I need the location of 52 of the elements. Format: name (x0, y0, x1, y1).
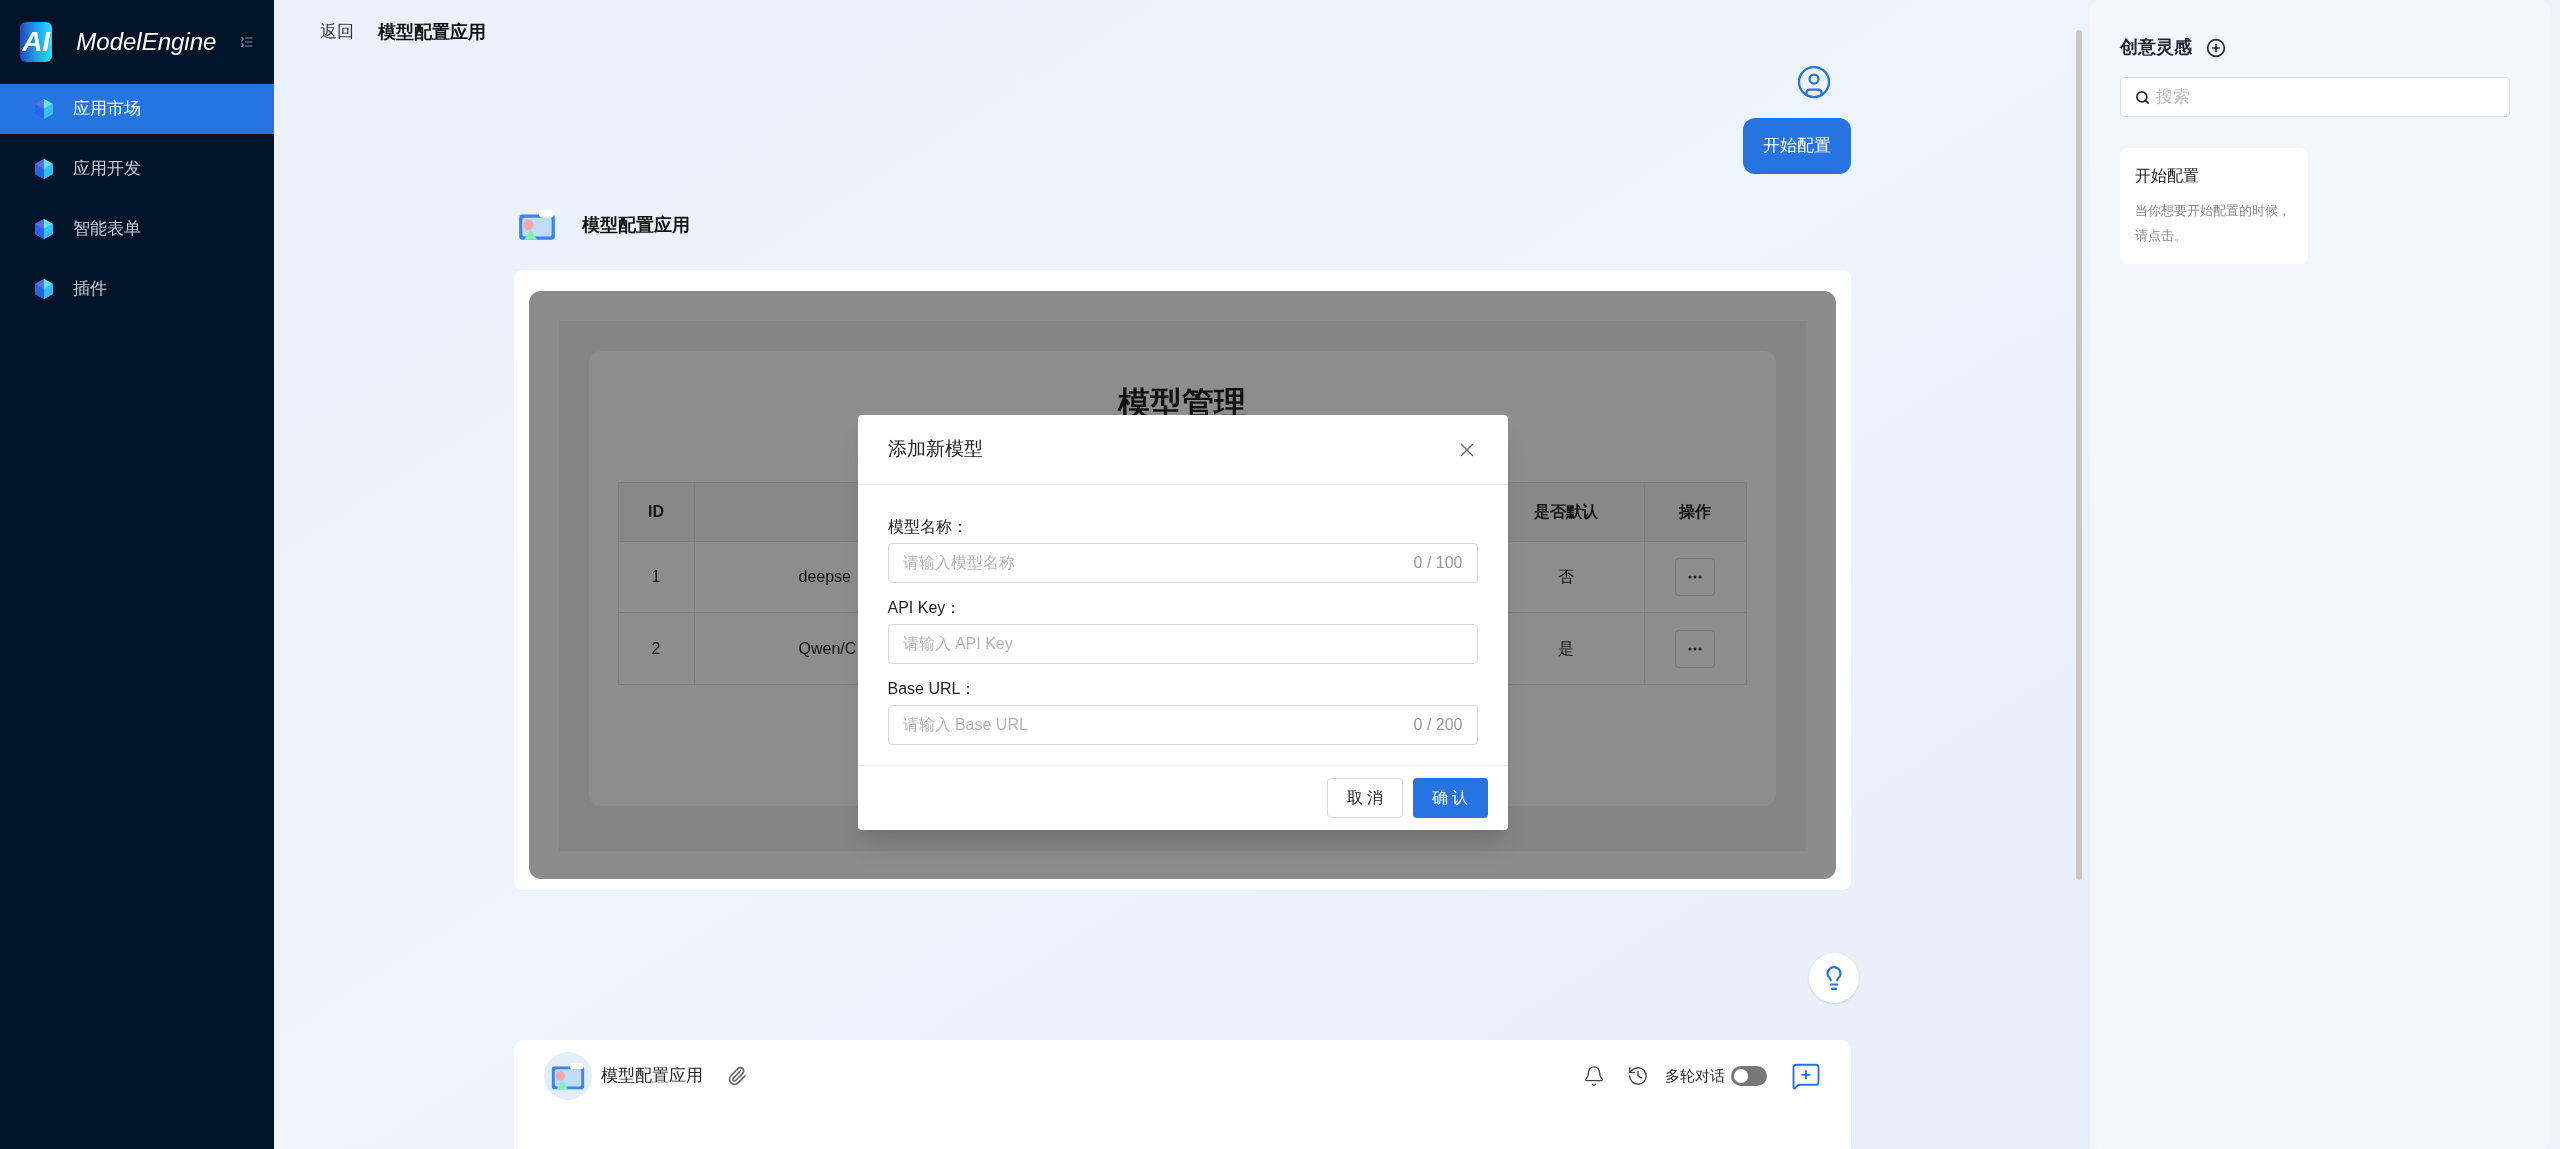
search-field[interactable]: 搜索 (2120, 77, 2510, 117)
input-field[interactable]: 请输入 API Key (887, 624, 1478, 664)
add-icon[interactable] (2206, 37, 2226, 58)
search-input[interactable]: 搜索 (2156, 84, 2495, 110)
field-label: Base URL： (887, 679, 978, 699)
cancel-button[interactable]: 取 消 (1326, 778, 1404, 818)
notification-icon[interactable] (1582, 1065, 1605, 1087)
cube-icon (33, 278, 55, 300)
field-label: API Key： (887, 598, 963, 618)
table-header-cell-text: 操作 (1677, 502, 1712, 522)
sidebar-item[interactable]: 插件 (0, 264, 274, 314)
search-icon (2135, 89, 2150, 105)
new-chat-icon[interactable] (1790, 1061, 1821, 1091)
more-icon (1688, 575, 1702, 579)
cube-icon (33, 158, 55, 180)
inspiration-button[interactable] (1808, 953, 1859, 1003)
character-counter: 0 / 100 (1413, 553, 1463, 573)
user-avatar-icon (1795, 64, 1832, 100)
sidebar-item[interactable]: 应用开发 (0, 144, 274, 194)
table-cell: 1 (618, 542, 695, 612)
sidebar-item[interactable]: 应用市场 (0, 84, 274, 134)
user-message: 开始配置 (1742, 118, 1851, 174)
multi-turn-toggle[interactable] (1730, 1066, 1767, 1086)
brand-name: ModelEngine (76, 27, 217, 57)
sidebar-item[interactable]: 智能表单 (0, 204, 274, 254)
page-title: 模型配置应用 (378, 20, 486, 44)
app-name: 模型配置应用 (581, 213, 690, 237)
cube-icon (33, 98, 55, 120)
dialog-title: 添加新模型 (887, 437, 983, 462)
panel-title: 创意灵感 (2120, 36, 2192, 59)
back-link[interactable]: 返回 (320, 19, 354, 45)
collapse-icon[interactable] (240, 34, 254, 50)
confirm-button[interactable]: 确 认 (1413, 778, 1488, 818)
composer-app-name: 模型配置应用 (600, 1065, 703, 1088)
table-cell: 2 (618, 613, 695, 684)
logo: AI (20, 22, 53, 62)
card-title: 开始配置 (2135, 166, 2200, 186)
table-header-cell: ID (618, 483, 695, 541)
table-cell-text: Qwen/C (798, 638, 857, 659)
card-description: 当你想要开始配置的时候，请点击。 (2135, 202, 2292, 245)
text-input[interactable]: 请输入 Base URL (902, 713, 1414, 737)
multi-turn-label: 多轮对话 (1664, 1065, 1725, 1086)
character-counter: 0 / 200 (1413, 715, 1463, 735)
field-label: 模型名称： (887, 517, 969, 537)
table-cell-text: deepse (798, 567, 851, 587)
history-icon[interactable] (1626, 1065, 1649, 1087)
inspiration-card[interactable]: 开始配置 当你想要开始配置的时候，请点击。 (2120, 148, 2308, 264)
text-input[interactable]: 请输入模型名称 (902, 551, 1414, 575)
text-input[interactable]: 请输入 API Key (902, 632, 1463, 656)
attachment-icon[interactable] (726, 1066, 747, 1086)
cube-icon (33, 218, 55, 240)
more-icon (1688, 646, 1702, 651)
